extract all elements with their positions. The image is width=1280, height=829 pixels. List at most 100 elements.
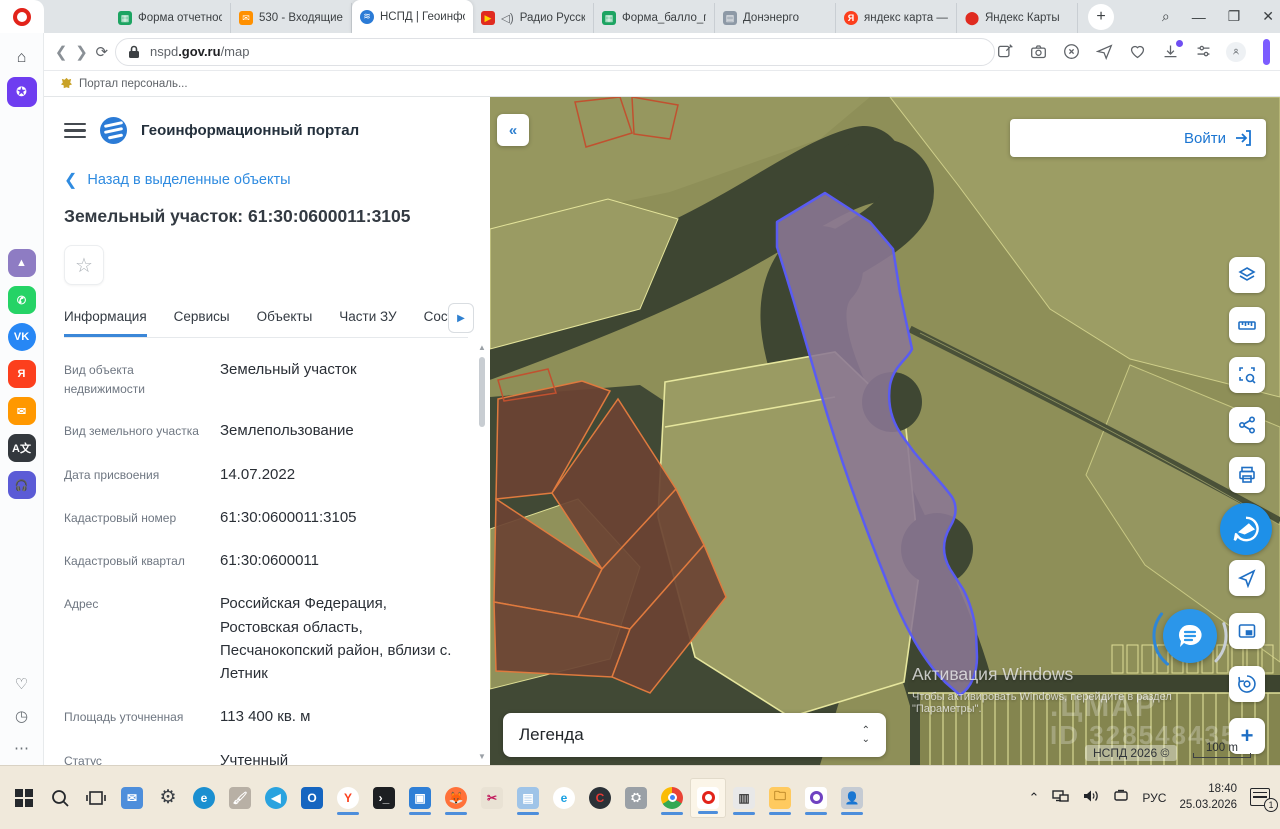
more-options-icon[interactable]: ⋯ [14, 739, 29, 757]
share-button[interactable] [1229, 407, 1265, 443]
tab-services[interactable]: Сервисы [174, 301, 230, 337]
tray-clock[interactable]: 18:40 25.03.2026 [1179, 782, 1237, 813]
compass-app-icon[interactable]: C [582, 778, 618, 818]
opera-taskbar-icon-active[interactable] [690, 777, 726, 818]
menu-hamburger-icon[interactable] [64, 122, 86, 139]
favorite-star-button[interactable]: ☆ [64, 245, 104, 285]
browser-tab[interactable]: ⬤ Яндекс Карты [957, 3, 1078, 33]
yandex-browser-icon[interactable]: Я [7, 360, 36, 388]
internet-explorer-icon[interactable]: e [546, 778, 582, 818]
browser-tab[interactable]: ▶ ◁) Радио Русская Во [473, 3, 594, 33]
browser-tab-active[interactable]: ≋ НСПД | Геоинформацион [352, 0, 473, 33]
scroll-up-icon[interactable]: ▲ [476, 343, 488, 352]
task-view-icon[interactable] [78, 778, 114, 818]
translate-icon[interactable]: A文 [7, 434, 36, 462]
close-button[interactable]: ✕ [1262, 8, 1274, 25]
whatsapp-icon[interactable]: ✆ [7, 286, 36, 314]
photos-app-icon[interactable]: ▣ [402, 778, 438, 818]
scroll-down-icon[interactable]: ▼ [476, 752, 488, 761]
vk-icon[interactable]: VK [7, 323, 36, 351]
file-explorer-icon[interactable]: 🗀 [762, 778, 798, 818]
bookmark-item[interactable]: Портал персональ... [79, 78, 188, 90]
notes-app-icon[interactable]: ▤ [510, 778, 546, 818]
opera-gx-icon[interactable] [798, 778, 834, 818]
chat-support-button[interactable] [1163, 609, 1217, 663]
sidebar-panel-toggle[interactable] [1263, 38, 1270, 65]
minimize-button[interactable]: — [1192, 9, 1206, 25]
profile-icon[interactable] [1226, 41, 1246, 62]
map-canvas[interactable]: « Войти + − [490, 97, 1280, 765]
address-bar[interactable]: nspd.gov.ru/map [114, 37, 995, 66]
tabs-next-button[interactable]: ▶ [448, 303, 474, 333]
layers-button[interactable] [1229, 257, 1265, 293]
draw-feedback-button-active[interactable] [1220, 503, 1272, 555]
aria-star-icon[interactable]: ✪ [6, 77, 37, 107]
measure-ruler-button[interactable] [1229, 307, 1265, 343]
forward-button[interactable]: ❯ [74, 39, 88, 65]
print-button[interactable] [1229, 457, 1265, 493]
opera-menu-button[interactable] [0, 0, 44, 33]
back-to-selected-link[interactable]: ❮ Назад в выделенные объекты [64, 170, 468, 190]
select-area-button[interactable] [1229, 357, 1265, 393]
panel-scrollbar[interactable]: ▲ ▼ [476, 343, 488, 761]
music-headphones-icon[interactable]: 🎧 [7, 471, 36, 499]
yandex-browser-taskbar-icon[interactable]: Y [330, 778, 366, 818]
snipping-tool-icon[interactable]: ✂ [474, 778, 510, 818]
tab-objects[interactable]: Объекты [257, 301, 313, 337]
tab-parcel-parts[interactable]: Части ЗУ [339, 301, 396, 337]
browser-tab[interactable]: ▦ Форма отчетности п [110, 3, 231, 33]
field-row: Адрес Российская Федерация, Ростовская об… [64, 595, 452, 683]
bookmark-heart-icon[interactable] [1127, 42, 1147, 62]
outlook-icon[interactable]: O [294, 778, 330, 818]
browser-tab[interactable]: ▦ Форма_балло_гектар [594, 3, 715, 33]
tray-expand-icon[interactable]: ⌃ [1029, 790, 1040, 806]
locate-button[interactable] [1229, 560, 1265, 596]
search-location-button[interactable] [1229, 666, 1265, 702]
language-indicator[interactable]: РУС [1142, 791, 1166, 805]
utility-app-icon[interactable]: ⛭ [618, 778, 654, 818]
scroll-thumb[interactable] [479, 357, 485, 427]
snapshot-edit-icon[interactable] [995, 42, 1015, 62]
panel-collapse-button[interactable]: « [497, 114, 529, 146]
chrome-icon[interactable] [654, 778, 690, 818]
start-button[interactable] [6, 778, 42, 818]
terminal-icon[interactable]: ›_ [366, 778, 402, 818]
restore-button[interactable]: ❐ [1228, 8, 1241, 25]
downloads-icon[interactable] [1160, 39, 1183, 62]
minimap-button[interactable] [1229, 613, 1265, 649]
settings-sliders-icon[interactable] [1193, 42, 1213, 62]
notifications-icon[interactable]: 1 [1250, 787, 1278, 812]
mail-app-icon[interactable]: ✉ [7, 397, 36, 425]
tab-information[interactable]: Информация [64, 301, 147, 337]
yandex-app-icon[interactable]: ▲ [7, 249, 36, 277]
radio-play-icon: ▶ [481, 11, 495, 25]
login-bar[interactable]: Войти [1010, 119, 1266, 157]
share-send-icon[interactable] [1094, 42, 1114, 62]
favorites-heart-icon[interactable]: ♡ [15, 675, 28, 693]
camera-icon[interactable] [1028, 42, 1048, 62]
legend-bar[interactable]: Легенда ⌃ ⌄ [503, 713, 886, 757]
network-icon[interactable] [1052, 789, 1070, 806]
home-icon[interactable]: ⌂ [7, 43, 37, 73]
back-button[interactable]: ❮ [54, 39, 68, 65]
telegram-icon[interactable]: ◀ [258, 778, 294, 818]
mail-app-tile-icon[interactable]: ✉ [114, 778, 150, 818]
tab-search-icon[interactable]: ⌕ [1162, 8, 1170, 25]
browser-tab[interactable]: ✉ 530 - Входящие — Я [231, 3, 352, 33]
contact-app-icon[interactable]: 👤 [834, 778, 870, 818]
legend-expand-icon[interactable]: ⌃ ⌄ [862, 725, 870, 744]
browser-tab[interactable]: Я яндекс карта — Янд [836, 3, 957, 33]
firefox-icon[interactable]: 🦊 [438, 778, 474, 818]
edge-browser-icon[interactable]: e [186, 778, 222, 818]
reload-button[interactable]: ⟳ [95, 39, 109, 65]
reader-app-icon[interactable]: ▥ [726, 778, 762, 818]
volume-icon[interactable] [1083, 789, 1100, 806]
history-clock-icon[interactable]: ◷ [15, 707, 28, 725]
paint-app-icon[interactable]: 🖌 [222, 778, 258, 818]
new-tab-button[interactable]: + [1088, 4, 1114, 30]
taskbar-search-icon[interactable] [42, 778, 78, 818]
settings-gear-icon[interactable]: ⚙ [150, 778, 186, 818]
browser-tab[interactable]: ▤ Донэнерго [715, 3, 836, 33]
display-device-icon[interactable] [1113, 789, 1129, 806]
adblock-icon[interactable] [1061, 42, 1081, 62]
